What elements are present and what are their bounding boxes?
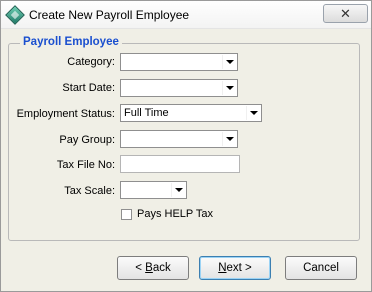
tax-file-no-label: Tax File No: xyxy=(56,159,115,171)
cancel-button[interactable]: Cancel xyxy=(285,256,357,280)
close-button[interactable]: ✕ xyxy=(323,4,368,23)
employment-status-label: Employment Status: xyxy=(16,108,115,120)
pay-group-select[interactable] xyxy=(120,130,238,148)
start-date-label: Start Date: xyxy=(62,82,115,94)
chevron-down-icon[interactable] xyxy=(222,55,236,69)
employment-status-select[interactable]: Full Time xyxy=(120,104,262,122)
next-rest: ext > xyxy=(226,262,252,274)
back-prefix: < xyxy=(135,262,146,274)
category-label: Category: xyxy=(67,56,115,68)
pay-group-label: Pay Group: xyxy=(59,134,115,146)
back-rest: ack xyxy=(152,262,171,274)
category-select[interactable] xyxy=(120,53,238,71)
window-title: Create New Payroll Employee xyxy=(29,8,190,22)
chevron-down-icon[interactable] xyxy=(222,132,236,146)
pays-help-tax-checkbox[interactable] xyxy=(121,209,132,220)
chevron-down-icon[interactable] xyxy=(222,81,236,95)
back-button[interactable]: < Back xyxy=(117,256,189,280)
pays-help-tax-label[interactable]: Pays HELP Tax xyxy=(137,208,213,220)
group-legend: Payroll Employee xyxy=(20,36,122,48)
start-date-picker[interactable] xyxy=(120,79,238,97)
payroll-diamond-icon xyxy=(5,5,25,25)
chevron-down-icon[interactable] xyxy=(171,183,185,197)
next-mnemonic: N xyxy=(218,262,227,274)
employment-status-value: Full Time xyxy=(124,107,169,119)
tax-scale-label: Tax Scale: xyxy=(64,185,115,197)
tax-file-no-input[interactable] xyxy=(120,155,240,173)
chevron-down-icon[interactable] xyxy=(246,106,260,120)
next-button[interactable]: Next > xyxy=(199,256,271,280)
back-mnemonic: B xyxy=(145,262,153,274)
title-bar[interactable]: Create New Payroll Employee ✕ xyxy=(1,1,371,29)
tax-scale-select[interactable] xyxy=(120,181,187,199)
